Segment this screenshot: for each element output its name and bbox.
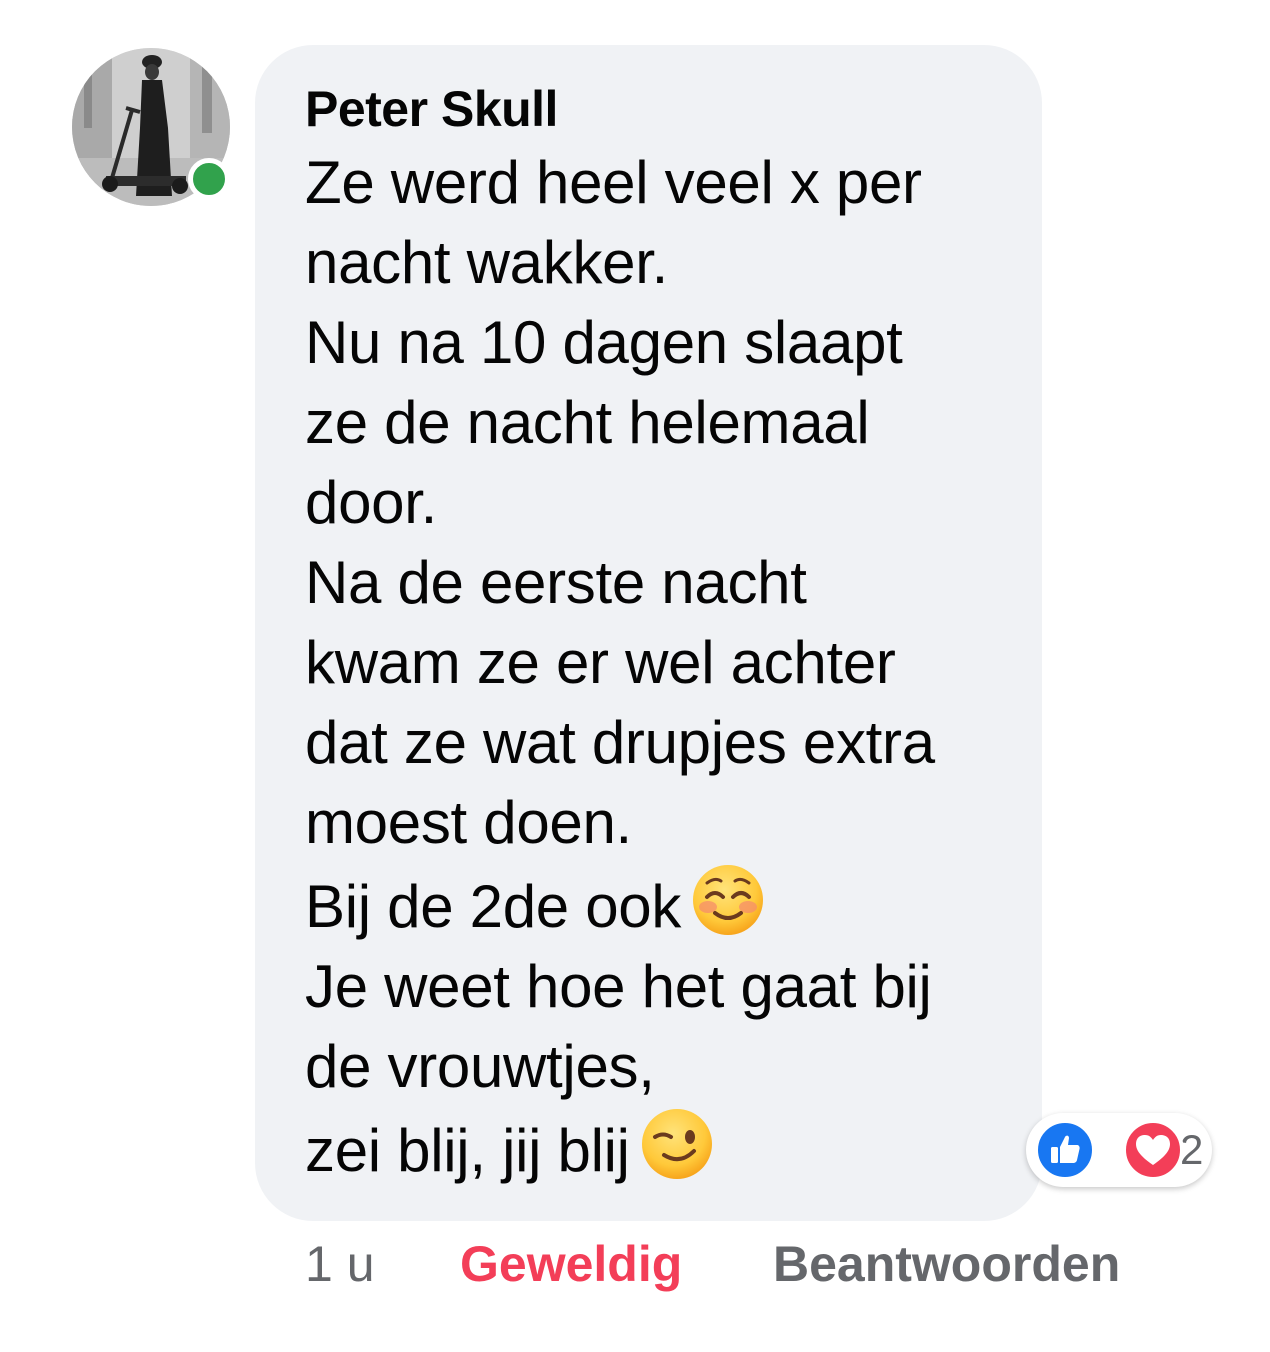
comment-bubble[interactable]: Peter Skull Ze werd heel veel x per nach… [255,45,1042,1221]
comment-author[interactable]: Peter Skull [305,81,1002,137]
comment-line: dat ze wat drupjes extra [305,709,935,776]
comment-line: Ze werd heel veel x per [305,149,922,216]
love-reaction-icon [1122,1119,1184,1181]
comment-line-text: zei blij, jij blij [305,1117,630,1184]
comment-line: Je weet hoe het gaat bij [305,953,932,1020]
comment-line: door. [305,469,437,536]
reply-button[interactable]: Beantwoorden [773,1232,1120,1296]
winking-face-emoji [641,1109,712,1179]
reactions-summary[interactable]: 2 [1026,1113,1212,1187]
comment-line: ze de nacht helemaal [305,389,870,456]
comment-line: Na de eerste nacht [305,549,807,616]
comment-line: nacht wakker. [305,229,668,296]
comment-timestamp[interactable]: 1 u [305,1232,375,1296]
comment-line: de vrouwtjes, [305,1033,655,1100]
comment-text: Ze werd heel veel x per nacht wakker. Nu… [305,143,1002,1191]
reaction-button[interactable]: Geweldig [460,1232,682,1296]
comment-line-with-emoji: zei blij, jij blij [305,1107,1002,1191]
comment-line: moest doen. [305,789,632,856]
online-status-indicator [188,158,230,200]
like-reaction-icon [1034,1119,1096,1181]
comment-line: kwam ze er wel achter [305,629,896,696]
comment-line-with-emoji: Bij de 2de ook [305,863,1002,947]
comment-line: Nu na 10 dagen slaapt [305,309,903,376]
comment-line-text: Bij de 2de ook [305,873,682,940]
smiling-face-with-smiling-eyes-emoji [693,865,764,935]
